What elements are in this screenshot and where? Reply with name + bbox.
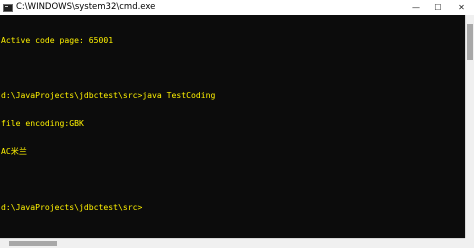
horizontal-scroll-thumb[interactable] (9, 241, 57, 246)
scrollbar-corner (465, 238, 474, 248)
maximize-button[interactable]: ☐ (427, 0, 449, 15)
cmd-window: C:\WINDOWS\system32\cmd.exe — ☐ ✕ Active… (0, 0, 474, 248)
minimize-button[interactable]: — (405, 0, 427, 15)
window-title: C:\WINDOWS\system32\cmd.exe (16, 2, 156, 12)
console-line: Active code page: 65001 (1, 34, 114, 45)
vertical-scrollbar[interactable] (465, 15, 474, 238)
console-line: AC米兰 (1, 146, 27, 157)
vertical-scroll-thumb[interactable] (467, 24, 473, 60)
window-controls: — ☐ ✕ (405, 0, 474, 15)
console-line: file encoding:GBK (1, 118, 84, 129)
command-prompt-line[interactable]: d:\JavaProjects\jdbctest\src> (1, 202, 465, 212)
close-button[interactable]: ✕ (449, 0, 474, 15)
cmd-icon[interactable] (3, 3, 13, 12)
console-output[interactable]: Active code page: 65001 d:\JavaProjects\… (0, 15, 465, 238)
horizontal-scrollbar[interactable] (0, 238, 474, 248)
title-bar[interactable]: C:\WINDOWS\system32\cmd.exe — ☐ ✕ (0, 0, 474, 15)
console-line: d:\JavaProjects\jdbctest\src>java TestCo… (1, 90, 216, 101)
